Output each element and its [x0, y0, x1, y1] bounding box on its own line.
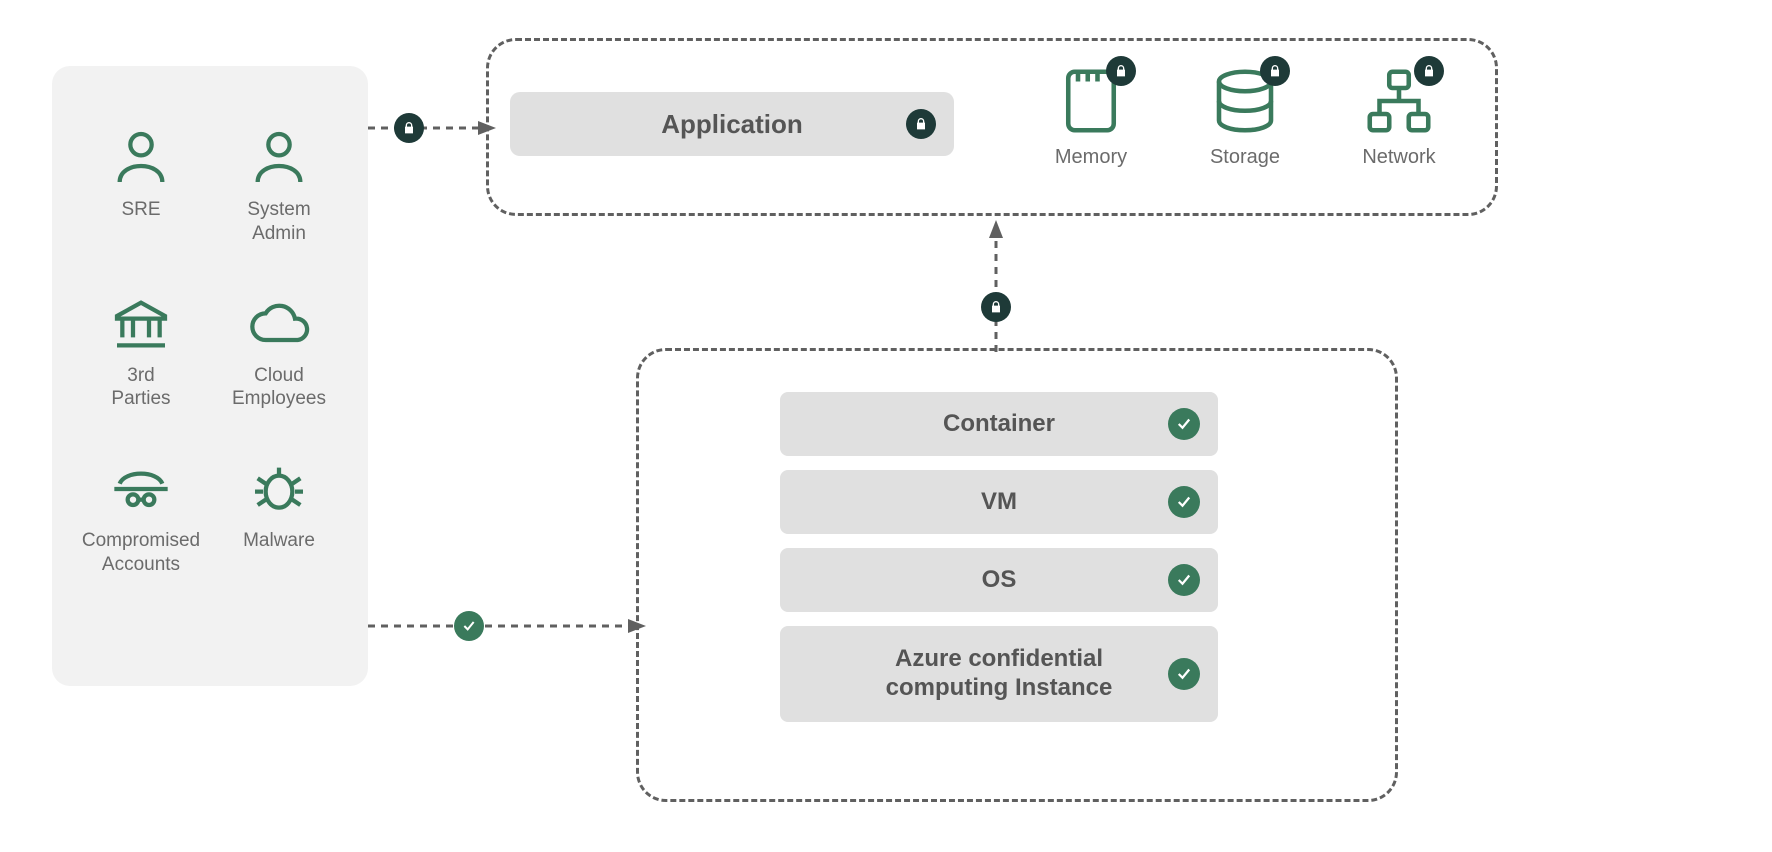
threat-sysadmin: System Admin	[212, 126, 346, 246]
check-icon	[1168, 408, 1200, 440]
threat-label: Malware	[243, 529, 315, 553]
stack-os: OS	[780, 548, 1218, 612]
application-pill: Application	[510, 92, 954, 156]
stack-label: OS	[982, 566, 1017, 595]
storage-label: Storage	[1210, 146, 1280, 169]
check-icon	[1168, 486, 1200, 518]
stack-label: Azure confidential computing Instance	[850, 645, 1148, 703]
threat-label: Cloud Employees	[232, 364, 326, 412]
lock-icon	[1414, 56, 1444, 86]
threat-sre: SRE	[74, 126, 208, 246]
network-label: Network	[1362, 146, 1435, 169]
stack-label: VM	[981, 488, 1017, 517]
arrow-threats-to-stack	[368, 614, 648, 638]
lock-icon	[906, 109, 936, 139]
spy-icon	[109, 457, 173, 521]
threats-panel: SRE System Admin 3rd Parties Cloud Emplo…	[52, 66, 368, 686]
storage-resource: Storage	[1206, 62, 1284, 169]
application-label: Application	[661, 109, 803, 140]
threat-label: System Admin	[247, 198, 310, 246]
threat-label: 3rd Parties	[111, 364, 170, 412]
cloud-icon	[247, 292, 311, 356]
threat-compromised-accounts: Compromised Accounts	[74, 457, 208, 577]
lock-icon	[1260, 56, 1290, 86]
threat-malware: Malware	[212, 457, 346, 577]
person-icon	[247, 126, 311, 190]
arrow-stack-to-app	[984, 218, 1008, 352]
person-icon	[109, 126, 173, 190]
threat-cloud-employees: Cloud Employees	[212, 292, 346, 412]
stack-container: Container	[780, 392, 1218, 456]
stack-instance: Azure confidential computing Instance	[780, 626, 1218, 722]
stack-label: Container	[943, 410, 1055, 439]
arrow-threats-to-app	[368, 116, 498, 140]
check-icon	[454, 611, 484, 641]
lock-icon	[1106, 56, 1136, 86]
threat-label: Compromised Accounts	[82, 529, 200, 577]
network-resource: Network	[1360, 62, 1438, 169]
stack-vm: VM	[780, 470, 1218, 534]
check-icon	[1168, 564, 1200, 596]
lock-icon	[394, 113, 424, 143]
lock-icon	[981, 292, 1011, 322]
check-icon	[1168, 658, 1200, 690]
bug-icon	[247, 457, 311, 521]
threat-label: SRE	[121, 198, 160, 222]
bank-icon	[109, 292, 173, 356]
compute-stack: Container VM OS Azure confidential compu…	[780, 392, 1218, 722]
memory-label: Memory	[1055, 146, 1127, 169]
threat-third-parties: 3rd Parties	[74, 292, 208, 412]
memory-resource: Memory	[1052, 62, 1130, 169]
